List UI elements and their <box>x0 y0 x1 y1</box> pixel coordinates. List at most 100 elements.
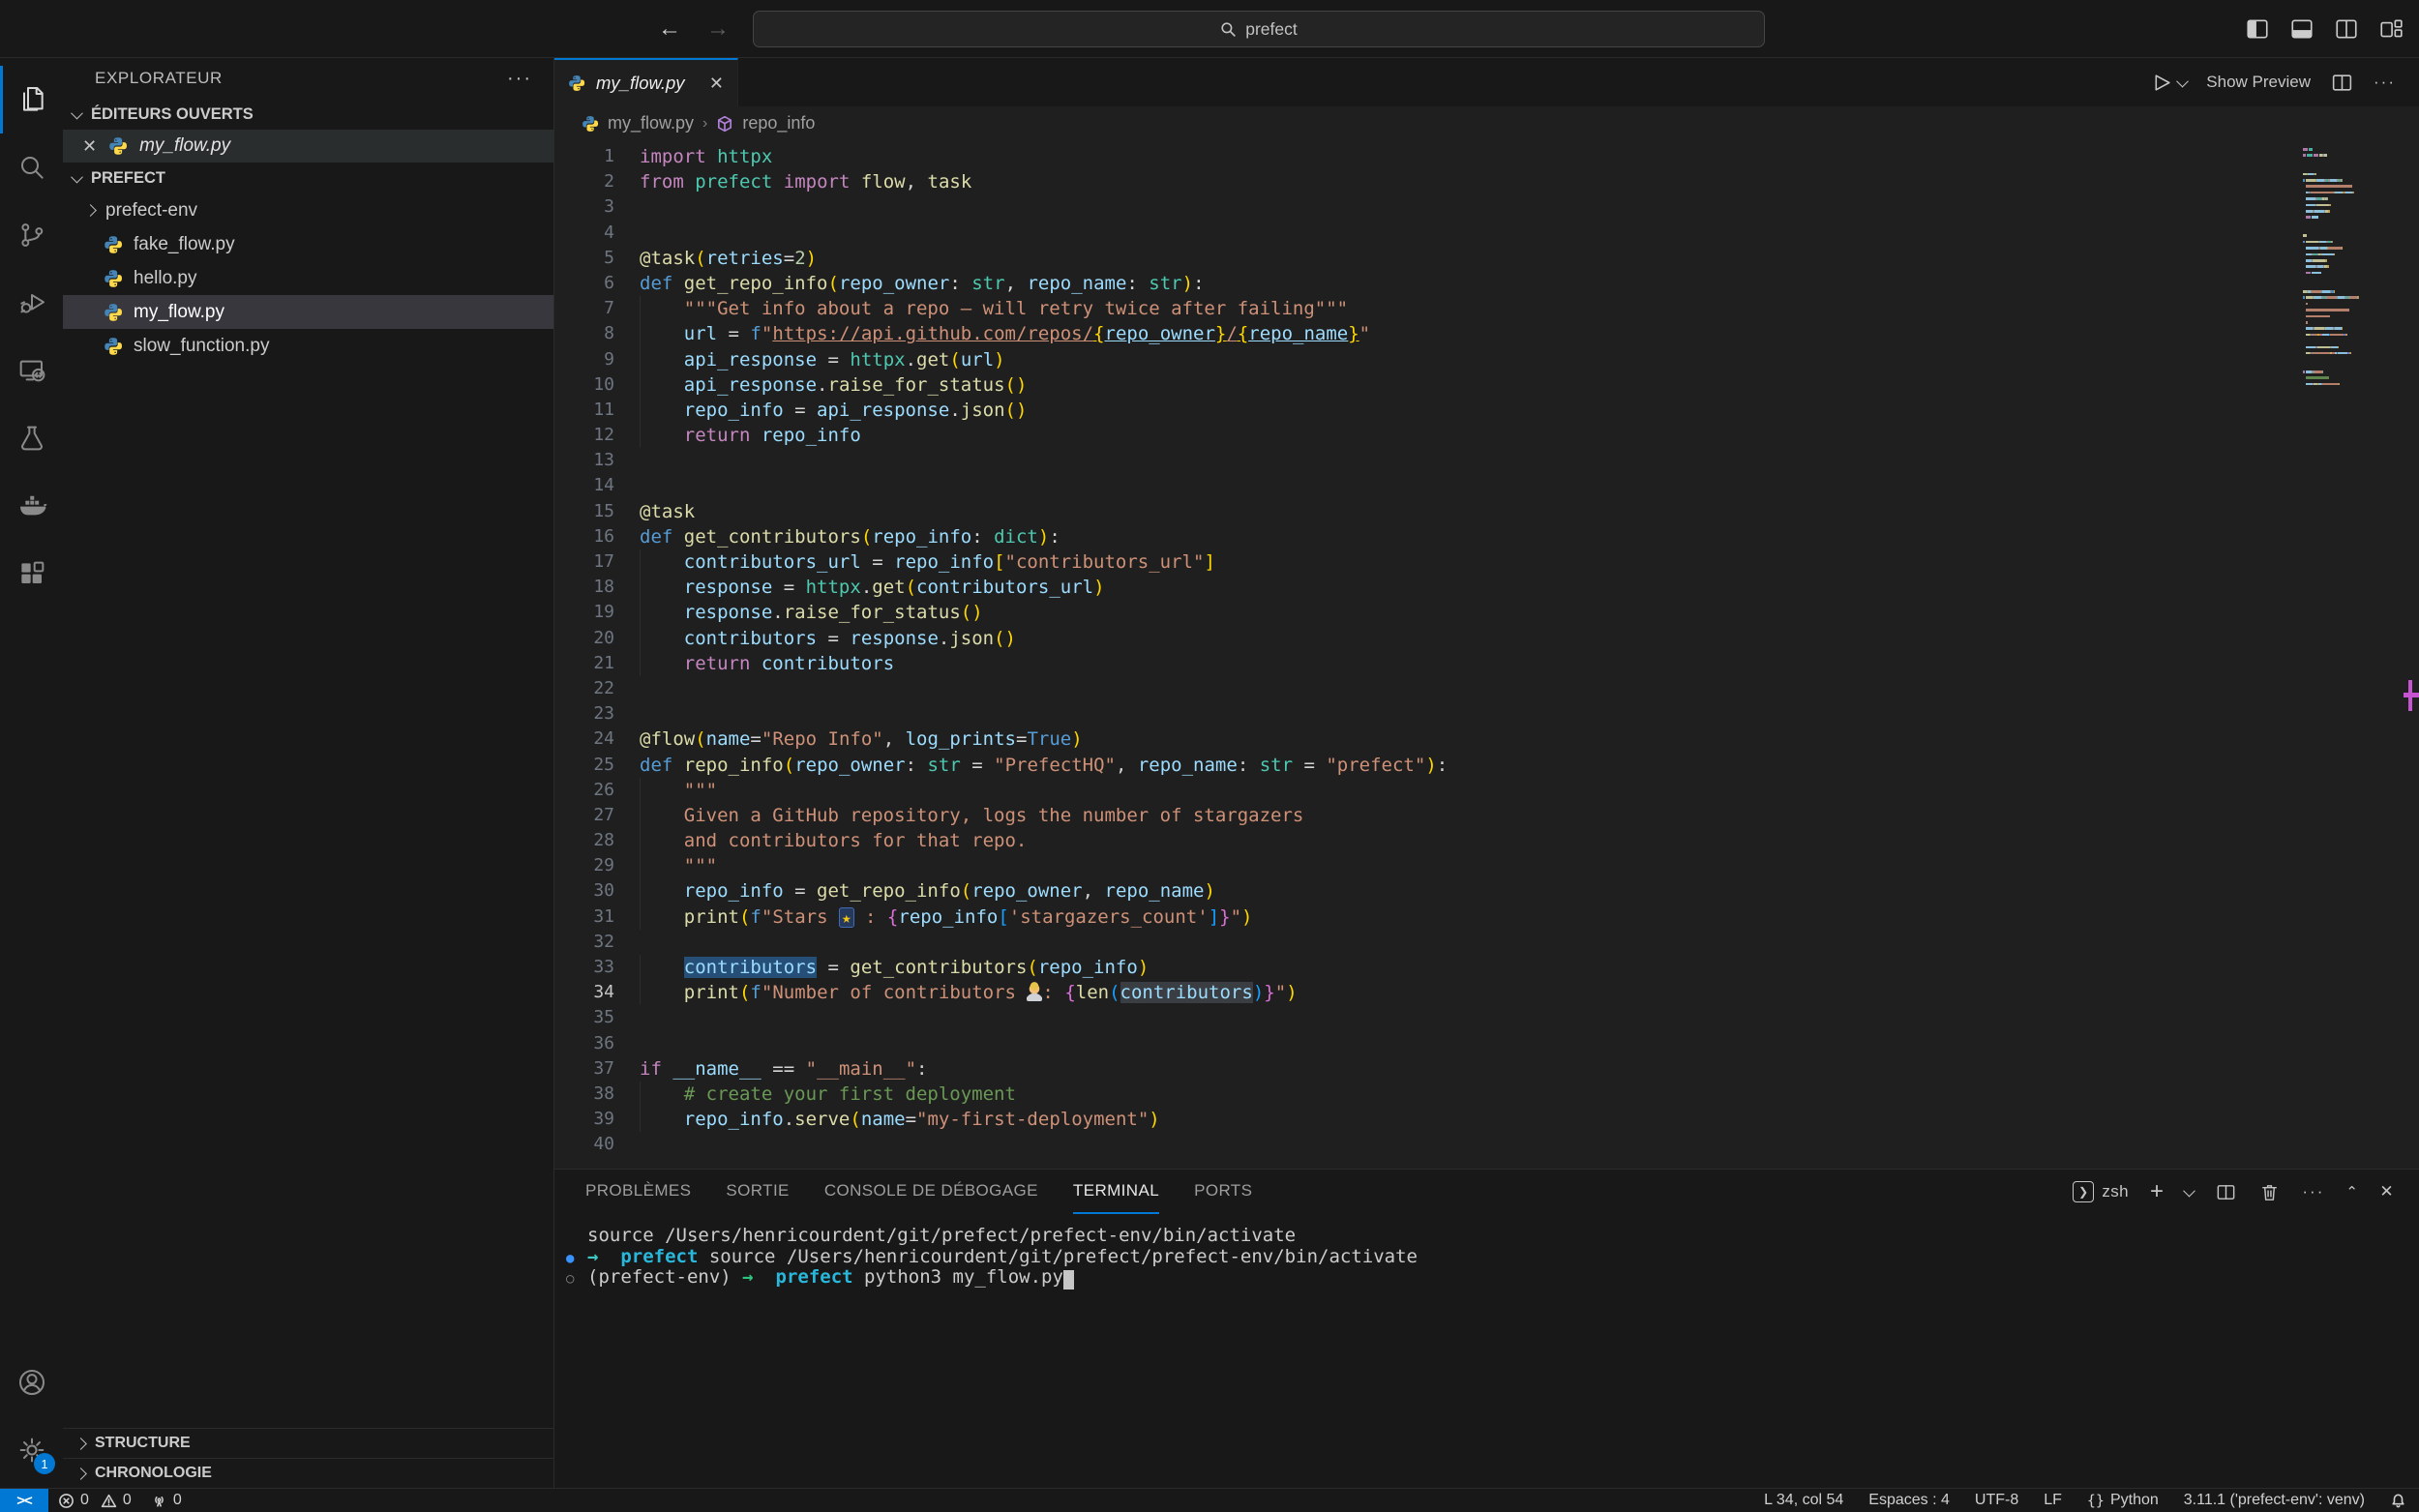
line-number: 13 <box>554 448 640 473</box>
split-editor-icon[interactable] <box>2330 71 2354 95</box>
section-outline[interactable]: STRUCTURE <box>63 1428 553 1458</box>
terminal-text: python3 my_flow.py <box>853 1266 1063 1288</box>
close-icon[interactable]: ✕ <box>82 136 97 157</box>
remote-indicator[interactable]: >< <box>0 1489 48 1512</box>
history-forward-icon[interactable]: → <box>706 15 730 43</box>
section-project[interactable]: PREFECT <box>63 163 553 193</box>
split-terminal-icon[interactable] <box>2215 1181 2237 1203</box>
code-line: 40 <box>554 1132 2303 1157</box>
minimap[interactable] <box>2303 148 2398 396</box>
close-panel-icon[interactable]: ✕ <box>2379 1182 2394 1201</box>
section-timeline[interactable]: CHRONOLOGIE <box>63 1458 553 1488</box>
code-line: 13 <box>554 448 2303 473</box>
terminal-cursor <box>1063 1270 1074 1290</box>
code-line: 23 <box>554 701 2303 726</box>
python-file-icon <box>104 303 123 322</box>
toggle-secondary-sidebar-icon[interactable] <box>2334 16 2359 42</box>
notifications-bell-icon[interactable] <box>2377 1489 2419 1512</box>
code-line: 28 and contributors for that repo. <box>554 828 2303 853</box>
terminal-icon: ❯ <box>2073 1181 2094 1202</box>
activity-run-debug-icon[interactable] <box>0 269 63 337</box>
code-line: 18 response = httpx.get(contributors_url… <box>554 575 2303 600</box>
activity-docker-icon[interactable] <box>0 472 63 540</box>
tree-item-prefect-env[interactable]: prefect-env <box>63 193 553 227</box>
tree-item-hello[interactable]: hello.py <box>63 261 553 295</box>
line-number: 34 <box>554 980 640 1005</box>
breadcrumb-file[interactable]: my_flow.py <box>608 113 694 133</box>
terminal-text: → <box>742 1266 753 1288</box>
ports-status[interactable]: 0 <box>141 1489 192 1512</box>
panel-tab-output[interactable]: SORTIE <box>726 1170 789 1214</box>
accounts-icon[interactable] <box>0 1349 63 1416</box>
terminal-shell-selector[interactable]: ❯ zsh <box>2073 1181 2129 1202</box>
sidebar-title: EXPLORATEUR <box>95 69 223 88</box>
history-back-icon[interactable]: ← <box>658 15 681 43</box>
activity-extensions-icon[interactable] <box>0 540 63 608</box>
command-decoration-icon[interactable]: ● <box>566 1249 574 1270</box>
run-dropdown-icon[interactable] <box>2176 74 2189 87</box>
panel-tab-terminal[interactable]: TERMINAL <box>1073 1170 1159 1214</box>
cursor-position-status[interactable]: L 34, col 54 <box>1751 1489 1856 1512</box>
panel-more-actions-icon[interactable]: ··· <box>2302 1182 2324 1201</box>
settings-gear-icon[interactable]: 1 <box>0 1416 63 1484</box>
open-editor-my-flow[interactable]: ✕ my_flow.py <box>63 130 553 163</box>
code-line: 35 <box>554 1005 2303 1030</box>
line-number: 6 <box>554 271 640 296</box>
code-line: 20 contributors = response.json() <box>554 626 2303 651</box>
code-line: 6def get_repo_info(repo_owner: str, repo… <box>554 271 2303 296</box>
activity-remote-explorer-icon[interactable] <box>0 337 63 404</box>
language-mode-status[interactable]: {} Python <box>2075 1489 2171 1512</box>
command-center-search[interactable]: prefect <box>753 11 1765 47</box>
toggle-panel-icon[interactable] <box>2289 16 2314 42</box>
panel-tab-ports[interactable]: PORTS <box>1194 1170 1252 1214</box>
tree-item-my-flow[interactable]: my_flow.py <box>63 295 553 329</box>
activity-explorer-icon[interactable] <box>0 66 63 133</box>
kill-terminal-trash-icon[interactable] <box>2258 1181 2281 1203</box>
tab-close-icon[interactable]: ✕ <box>709 74 724 94</box>
warning-icon <box>101 1493 117 1509</box>
line-number: 8 <box>554 321 640 346</box>
code-line: 27 Given a GitHub repository, logs the n… <box>554 803 2303 828</box>
problems-status[interactable]: 0 0 <box>48 1489 141 1512</box>
tab-my-flow[interactable]: my_flow.py ✕ <box>554 58 738 106</box>
run-python-file-button[interactable] <box>2149 71 2187 95</box>
customize-layout-icon[interactable] <box>2378 16 2404 42</box>
vscode-window: ← → prefect <box>0 0 2419 1512</box>
line-number: 11 <box>554 398 640 423</box>
line-number: 35 <box>554 1005 640 1030</box>
editor-more-actions-icon[interactable]: ··· <box>2374 73 2396 92</box>
indentation-status[interactable]: Espaces : 4 <box>1856 1489 1962 1512</box>
open-editor-label: my_flow.py <box>139 135 230 157</box>
code-line: 7 """Get info about a repo – will retry … <box>554 296 2303 321</box>
code-line: 19 response.raise_for_status() <box>554 600 2303 625</box>
maximize-panel-icon[interactable]: ⌃ <box>2345 1183 2358 1201</box>
code-line: 26 """ <box>554 778 2303 803</box>
activity-source-control-icon[interactable] <box>0 201 63 269</box>
terminal-output[interactable]: source /Users/henricourdent/git/prefect/… <box>554 1214 2419 1488</box>
section-open-editors[interactable]: ÉDITEURS OUVERTS <box>63 99 553 130</box>
activity-testing-icon[interactable] <box>0 404 63 472</box>
code-line: 14 <box>554 473 2303 498</box>
line-number: 1 <box>554 144 640 169</box>
terminal-text <box>598 1246 620 1267</box>
code-line: 33 contributors = get_contributors(repo_… <box>554 955 2303 980</box>
tree-item-slow-function[interactable]: slow_function.py <box>63 329 553 363</box>
panel-tab-problems[interactable]: PROBLÈMES <box>585 1170 691 1214</box>
code-line: 1import httpx <box>554 144 2303 169</box>
breadcrumb-symbol[interactable]: repo_info <box>742 113 815 133</box>
explorer-more-actions-icon[interactable]: ··· <box>507 68 532 90</box>
prompt-decoration-icon[interactable]: ○ <box>566 1269 574 1290</box>
toggle-sidebar-icon[interactable] <box>2245 16 2270 42</box>
code-line: 39 repo_info.serve(name="my-first-deploy… <box>554 1107 2303 1132</box>
python-interpreter-status[interactable]: 3.11.1 ('prefect-env': venv) <box>2171 1489 2377 1512</box>
panel-tab-debug-console[interactable]: CONSOLE DE DÉBOGAGE <box>824 1170 1038 1214</box>
terminal-text: prefect <box>776 1266 853 1288</box>
encoding-status[interactable]: UTF-8 <box>1962 1489 2031 1512</box>
code-editor[interactable]: 1import httpx2from prefect import flow, … <box>554 140 2419 1169</box>
terminal-dropdown-icon[interactable] <box>2184 1184 2196 1197</box>
show-preview-button[interactable]: Show Preview <box>2206 73 2311 92</box>
tree-item-fake-flow[interactable]: fake_flow.py <box>63 227 553 261</box>
eol-status[interactable]: LF <box>2031 1489 2075 1512</box>
activity-search-icon[interactable] <box>0 133 63 201</box>
new-terminal-icon[interactable]: + <box>2150 1178 2164 1205</box>
